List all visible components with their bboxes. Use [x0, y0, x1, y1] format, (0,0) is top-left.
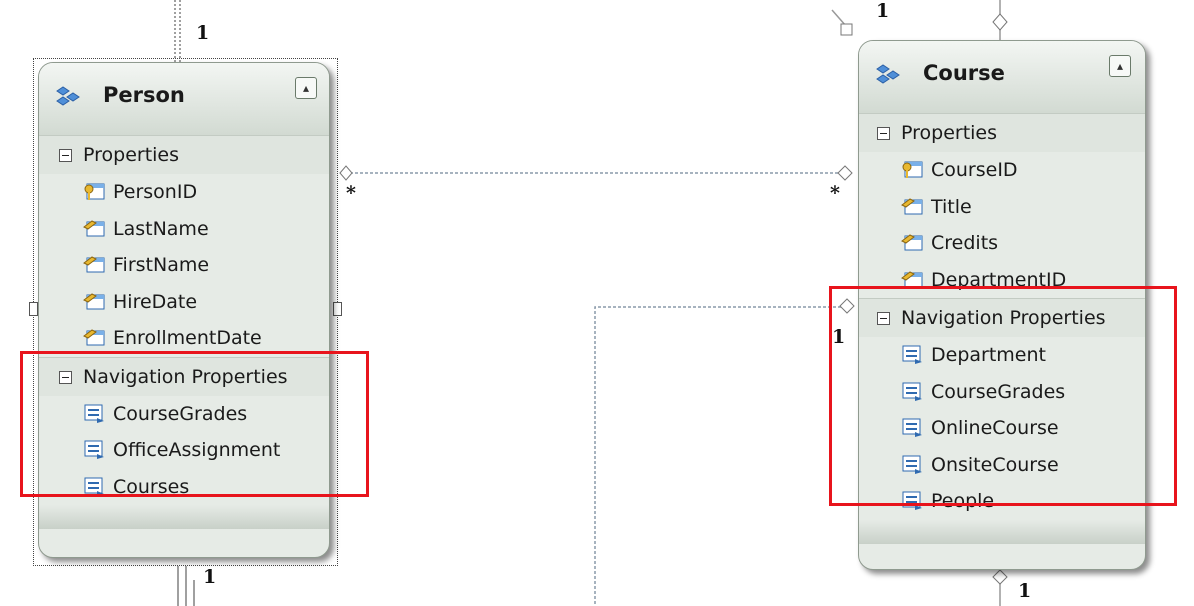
course-title: Course [923, 61, 1005, 85]
person-properties-label: Properties [83, 144, 180, 166]
association-end-left [339, 165, 353, 181]
multiplicity-association-right: * [830, 182, 840, 204]
minus-box-icon[interactable] [877, 127, 890, 140]
course-properties-section: Properties CourseID Title Credits Depart… [859, 113, 1145, 298]
property-item[interactable]: Title [859, 189, 1145, 226]
property-label: CourseID [931, 159, 1018, 181]
property-label: Credits [931, 232, 999, 254]
property-label: LastName [113, 217, 209, 240]
person-properties-header[interactable]: Properties [39, 135, 329, 174]
scalar-property-icon [901, 197, 923, 214]
course-header[interactable]: Course ▴ [859, 41, 1145, 113]
scalar-property-icon [83, 292, 105, 309]
course-department-association[interactable] [594, 306, 846, 606]
multiplicity-course-top: 1 [876, 0, 890, 22]
multiplicity-association-left: * [346, 182, 356, 204]
scalar-property-icon [901, 234, 923, 251]
property-item[interactable]: Credits [859, 225, 1145, 262]
highlight-course-navigation [829, 286, 1177, 506]
person-resize-handle-left[interactable] [29, 302, 38, 316]
course-properties-label: Properties [901, 122, 998, 144]
course-properties-header[interactable]: Properties [859, 113, 1145, 152]
property-label: FirstName [113, 254, 210, 276]
course-footer [859, 519, 1145, 544]
person-resize-handle-right[interactable] [333, 302, 342, 316]
property-label: EnrollmentDate [113, 327, 262, 349]
scalar-property-icon [83, 329, 105, 346]
property-item[interactable]: LastName [39, 211, 329, 248]
multiplicity-person-bottom: 1 [203, 566, 217, 588]
multiplicity-person-top: 1 [196, 22, 210, 44]
property-item[interactable]: FirstName [39, 247, 329, 284]
multiplicity-course-bottom: 1 [1018, 580, 1032, 602]
property-label: Title [931, 195, 972, 218]
entity-type-icon [876, 64, 900, 84]
minus-box-icon[interactable] [59, 149, 72, 162]
property-label: PersonID [113, 181, 198, 203]
association-end-right [837, 165, 853, 181]
person-properties-section: Properties PersonID LastName FirstName H… [39, 135, 329, 357]
property-label: HireDate [113, 290, 198, 313]
property-item[interactable]: PersonID [39, 174, 329, 211]
chevron-double-up-icon[interactable]: ▴ [295, 77, 317, 99]
key-property-icon [84, 183, 105, 200]
key-property-icon [902, 161, 923, 178]
chevron-double-up-icon[interactable]: ▴ [1109, 55, 1131, 77]
scalar-property-icon [83, 219, 105, 236]
highlight-person-navigation [20, 351, 369, 497]
person-header[interactable]: Person ▴ [39, 63, 329, 135]
entity-type-icon [56, 86, 80, 106]
scalar-property-icon [83, 256, 105, 273]
property-item[interactable]: HireDate [39, 284, 329, 321]
person-title: Person [103, 83, 185, 107]
property-item[interactable]: CourseID [859, 152, 1145, 189]
person-footer [39, 505, 329, 529]
designer-canvas: Person ▴ Properties PersonID LastName Fi… [0, 0, 1194, 606]
